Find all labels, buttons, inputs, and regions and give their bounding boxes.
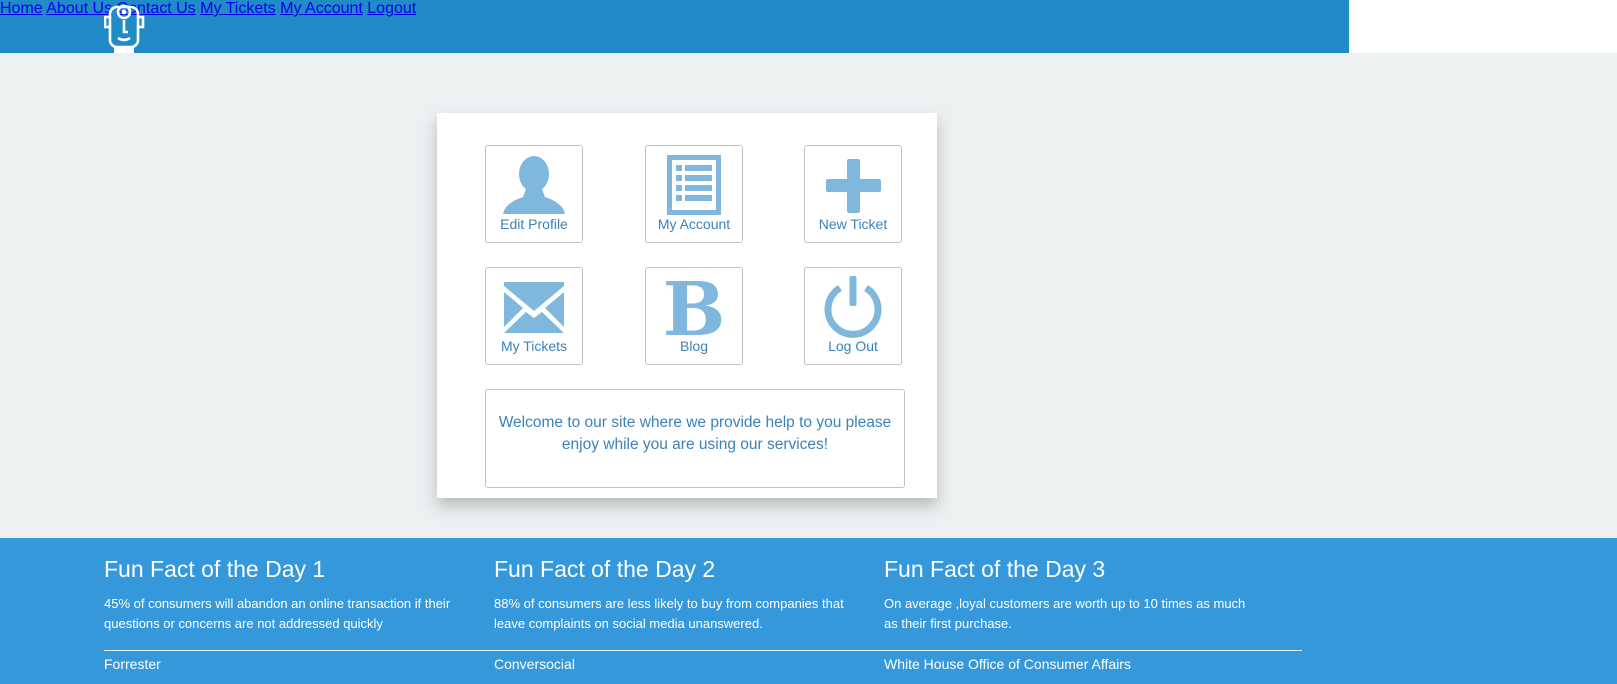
nav-my-account-link[interactable]: My Account <box>280 0 363 17</box>
nav-home-link[interactable]: Home <box>0 0 43 17</box>
top-navbar: Home About Us Contact Us My Tickets My A… <box>0 0 1349 53</box>
fun-fact-text: 88% of consumers are less likely to buy … <box>494 596 844 631</box>
footer: Fun Fact of the Day 1 45% of consumers w… <box>0 538 1617 684</box>
fun-fact-title: Fun Fact of the Day 3 <box>884 556 1106 582</box>
fun-fact-text: 45% of consumers will abandon an online … <box>104 596 451 631</box>
list-icon <box>667 155 721 215</box>
robot-logo-icon[interactable] <box>103 0 146 53</box>
tile-label: My Tickets <box>500 338 568 354</box>
power-icon <box>824 276 882 338</box>
fun-fact-title: Fun Fact of the Day 1 <box>104 556 326 582</box>
nav-about-us-link[interactable]: About Us <box>46 0 112 17</box>
welcome-message: Welcome to our site where we provide hel… <box>485 389 905 488</box>
blog-tile[interactable]: B Blog <box>645 267 743 365</box>
svg-text:B: B <box>663 275 726 339</box>
dashboard-panel: Edit Profile My Account New Ticket My Ti… <box>437 113 937 498</box>
footer-divider <box>104 650 1302 651</box>
nav-logout-link[interactable]: Logout <box>367 0 416 17</box>
tile-label: My Account <box>657 216 731 232</box>
tile-label: New Ticket <box>818 216 888 232</box>
tile-label: Edit Profile <box>500 216 568 232</box>
my-account-tile[interactable]: My Account <box>645 145 743 243</box>
fun-fact-source: White House Office of Consumer Affairs <box>884 656 1131 672</box>
plus-icon <box>826 159 881 213</box>
log-out-tile[interactable]: Log Out <box>804 267 902 365</box>
fun-fact-title: Fun Fact of the Day 2 <box>494 556 716 582</box>
new-ticket-tile[interactable]: New Ticket <box>804 145 902 243</box>
welcome-text: Welcome to our site where we provide hel… <box>498 413 892 453</box>
fun-fact-text: On average ,loyal customers are worth up… <box>884 596 1246 631</box>
edit-profile-tile[interactable]: Edit Profile <box>485 145 583 243</box>
tile-label: Blog <box>679 338 709 354</box>
blog-b-icon: B <box>663 275 726 339</box>
tile-label: Log Out <box>828 338 878 354</box>
my-tickets-tile[interactable]: My Tickets <box>485 267 583 365</box>
envelope-icon <box>504 282 564 333</box>
fun-fact-source: Forrester <box>104 656 161 672</box>
user-icon <box>503 156 565 214</box>
fun-fact-source: Conversocial <box>494 656 575 672</box>
nav-my-tickets-link[interactable]: My Tickets <box>200 0 276 17</box>
